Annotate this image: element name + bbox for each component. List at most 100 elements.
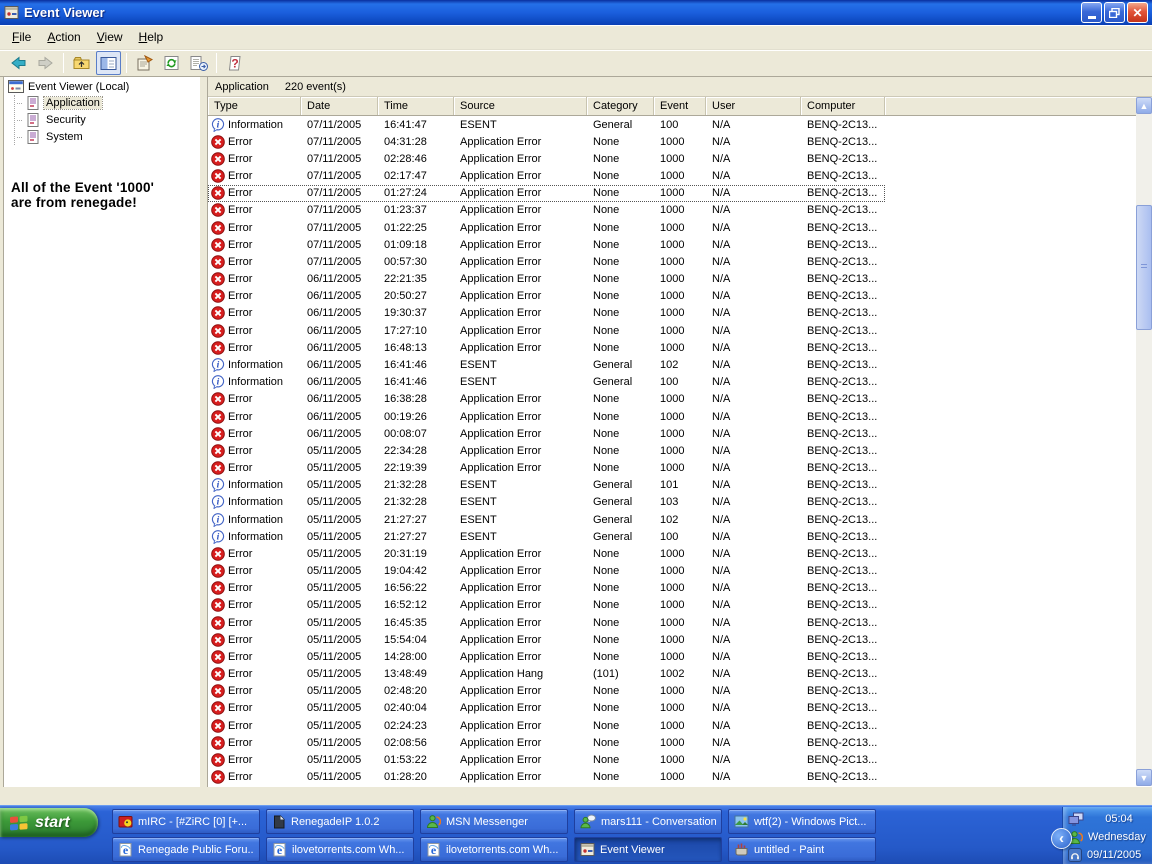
table-row[interactable]: i Information 06/11/2005 16:41:46 ESENT Gener… <box>208 356 1136 373</box>
cell-event: 1000 <box>660 685 685 698</box>
taskbar-button[interactable]: MSN Messenger <box>420 809 568 834</box>
cell-user: N/A <box>712 702 731 715</box>
up-folder-button[interactable] <box>69 51 94 75</box>
column-header-category[interactable]: Category <box>587 97 654 115</box>
table-row[interactable]: Error 05/11/2005 16:52:12 Application Error… <box>208 597 1136 614</box>
table-row[interactable]: Error 06/11/2005 00:08:07 Application Error… <box>208 425 1136 442</box>
info-icon: i <box>211 358 225 372</box>
table-row[interactable]: Error 05/11/2005 15:54:04 Application Error… <box>208 631 1136 648</box>
table-row[interactable]: Error 07/11/2005 00:57:30 Application Error… <box>208 253 1136 270</box>
table-row[interactable]: Error 07/11/2005 01:27:24 Application Error… <box>208 184 1136 202</box>
help-button[interactable]: ? <box>222 51 247 75</box>
taskbar-button[interactable]: mars111 - Conversation <box>574 809 722 834</box>
scroll-down-button[interactable]: ▼ <box>1136 769 1152 786</box>
menu-action[interactable]: Action <box>39 27 88 47</box>
table-row[interactable]: i Information 05/11/2005 21:27:27 ESENT Gener… <box>208 528 1136 545</box>
panel-splitter[interactable] <box>200 77 207 787</box>
close-button[interactable]: ✕ <box>1127 2 1148 23</box>
table-row[interactable]: Error 06/11/2005 22:21:35 Application Error… <box>208 271 1136 288</box>
table-row[interactable]: Error 05/11/2005 20:31:19 Application Error… <box>208 545 1136 562</box>
table-row[interactable]: Error 06/11/2005 16:38:28 Application Error… <box>208 391 1136 408</box>
menu-view[interactable]: View <box>89 27 131 47</box>
table-row[interactable]: Error 06/11/2005 00:19:26 Application Error… <box>208 408 1136 425</box>
cell-type: Error <box>208 734 301 751</box>
column-header-date[interactable]: Date <box>301 97 378 115</box>
tree-item-security[interactable]: Security <box>17 112 200 128</box>
forward-button[interactable] <box>33 51 58 75</box>
table-row[interactable]: Error 07/11/2005 01:09:18 Application Error… <box>208 236 1136 253</box>
table-row[interactable]: i Information 05/11/2005 21:32:28 ESENT Gener… <box>208 494 1136 511</box>
table-row[interactable]: i Information 07/11/2005 16:41:47 ESENT Gener… <box>208 116 1136 133</box>
export-list-button[interactable] <box>186 51 211 75</box>
table-row[interactable]: Error 05/11/2005 02:48:20 Application Error… <box>208 683 1136 700</box>
cell-date: 05/11/2005 <box>307 702 362 715</box>
table-row[interactable]: Error 07/11/2005 02:28:46 Application Error… <box>208 150 1136 167</box>
table-row[interactable]: Error 06/11/2005 20:50:27 Application Error… <box>208 288 1136 305</box>
properties-button[interactable] <box>132 51 157 75</box>
tree-root[interactable]: Event Viewer (Local) <box>4 77 200 94</box>
scroll-up-button[interactable]: ▲ <box>1136 97 1152 114</box>
taskbar-button[interactable]: e ilovetorrents.com Wh... <box>266 837 414 862</box>
vertical-scrollbar[interactable]: ▲ ▼ <box>1136 97 1152 786</box>
column-header-type[interactable]: Type <box>208 97 301 115</box>
taskbar-button[interactable]: untitled - Paint <box>728 837 876 862</box>
taskbar-button[interactable]: RenegadeIP 1.0.2 <box>266 809 414 834</box>
monitors-icon[interactable] <box>1068 812 1084 826</box>
taskbar-button[interactable]: mIRC - [#ZiRC [0] [+... <box>112 809 260 834</box>
table-row[interactable]: Error 05/11/2005 01:28:20 Application Error… <box>208 769 1136 786</box>
table-row[interactable]: Error 07/11/2005 01:23:37 Application Error… <box>208 202 1136 219</box>
table-row[interactable]: Error 05/11/2005 02:24:23 Application Error… <box>208 717 1136 734</box>
table-row[interactable]: Error 05/11/2005 16:45:35 Application Error… <box>208 614 1136 631</box>
table-row[interactable]: Error 05/11/2005 02:40:04 Application Error… <box>208 700 1136 717</box>
table-row[interactable]: Error 05/11/2005 14:28:00 Application Error… <box>208 648 1136 665</box>
cell-date: 05/11/2005 <box>307 444 362 457</box>
table-row[interactable]: Error 05/11/2005 02:08:56 Application Error… <box>208 734 1136 751</box>
cell-computer: BENQ-2C13... <box>807 565 878 578</box>
scroll-thumb[interactable] <box>1136 205 1152 330</box>
tray-chevron-button[interactable]: ‹ <box>1051 828 1072 849</box>
table-row[interactable]: Error 05/11/2005 22:34:28 Application Error… <box>208 442 1136 459</box>
up-folder-icon <box>73 55 90 71</box>
cell-user: N/A <box>712 479 731 492</box>
taskbar-button[interactable]: Event Viewer <box>574 837 722 862</box>
start-button[interactable]: start <box>0 808 98 837</box>
table-row[interactable]: i Information 06/11/2005 16:41:46 ESENT Gener… <box>208 374 1136 391</box>
table-row[interactable]: Error 05/11/2005 13:48:49 Application Hang (… <box>208 666 1136 683</box>
table-row[interactable]: Error 06/11/2005 17:27:10 Application Error… <box>208 322 1136 339</box>
tree-item-system[interactable]: System <box>17 129 200 145</box>
back-button[interactable] <box>6 51 31 75</box>
show-tree-button[interactable] <box>96 51 121 75</box>
taskbar-button[interactable]: wtf(2) - Windows Pict... <box>728 809 876 834</box>
column-header-computer[interactable]: Computer <box>801 97 885 115</box>
column-header-source[interactable]: Source <box>454 97 587 115</box>
cell-source: Application Error <box>460 410 542 423</box>
restore-button[interactable] <box>1104 2 1125 23</box>
cell-event: 100 <box>660 530 679 543</box>
cell-time: 02:17:47 <box>384 170 427 183</box>
taskbar-button[interactable]: e ilovetorrents.com Wh... <box>420 837 568 862</box>
headphones-icon[interactable] <box>1068 848 1082 862</box>
table-row[interactable]: Error 06/11/2005 19:30:37 Application Error… <box>208 305 1136 322</box>
tree-item-application[interactable]: Application <box>17 95 200 111</box>
column-header-user[interactable]: User <box>706 97 801 115</box>
menu-file[interactable]: File <box>4 27 39 47</box>
table-row[interactable]: Error 07/11/2005 01:22:25 Application Error… <box>208 219 1136 236</box>
minimize-button[interactable] <box>1081 2 1102 23</box>
table-row[interactable]: Error 05/11/2005 19:04:42 Application Error… <box>208 562 1136 579</box>
menu-help[interactable]: Help <box>131 27 172 47</box>
column-header-time[interactable]: Time <box>378 97 454 115</box>
cell-type: Error <box>208 631 301 648</box>
table-row[interactable]: i Information 05/11/2005 21:27:27 ESENT Gener… <box>208 511 1136 528</box>
table-row[interactable]: Error 05/11/2005 01:53:22 Application Error… <box>208 751 1136 768</box>
column-header-event[interactable]: Event <box>654 97 706 115</box>
table-row[interactable]: Error 06/11/2005 16:48:13 Application Error… <box>208 339 1136 356</box>
table-row[interactable]: Error 07/11/2005 04:31:28 Application Error… <box>208 133 1136 150</box>
table-row[interactable]: Error 05/11/2005 16:56:22 Application Error… <box>208 580 1136 597</box>
table-row[interactable]: Error 07/11/2005 02:17:47 Application Error… <box>208 168 1136 185</box>
cell-event: 1000 <box>660 719 685 732</box>
table-row[interactable]: Error 05/11/2005 22:19:39 Application Error… <box>208 459 1136 476</box>
taskbar-button[interactable]: e Renegade Public Foru... <box>112 837 260 862</box>
table-row[interactable]: i Information 05/11/2005 21:32:28 ESENT Gener… <box>208 477 1136 494</box>
refresh-button[interactable] <box>159 51 184 75</box>
info-icon: i <box>211 529 225 544</box>
